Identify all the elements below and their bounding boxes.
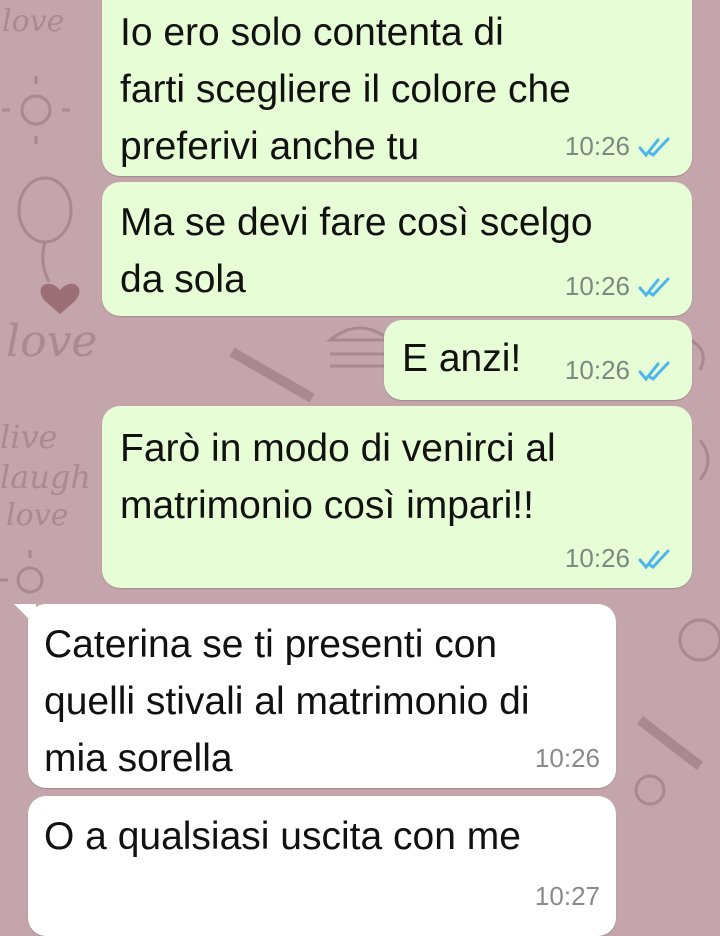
- incoming-message[interactable]: Caterina se ti presenti con quelli stiva…: [14, 604, 616, 788]
- balloon-doodle-icon: [17, 176, 73, 244]
- message-text-line: O a qualsiasi uscita con me: [44, 815, 521, 858]
- heart-doodle-icon: [40, 283, 80, 314]
- outgoing-message[interactable]: Farò in modo di venirci al matrimonio co…: [102, 406, 692, 588]
- outgoing-message[interactable]: E anzi! 10:26: [384, 320, 692, 400]
- wallpaper-doodle-love-1: love: [2, 4, 65, 39]
- message-text-line: Caterina se ti presenti con: [44, 623, 498, 666]
- message-text-line: farti scegliere il colore che: [120, 68, 571, 111]
- message-text-line: E anzi!: [402, 337, 522, 380]
- double-check-icon: [638, 549, 670, 569]
- message-timestamp: 10:26: [534, 743, 600, 773]
- double-check-icon: [638, 137, 670, 157]
- pencil-doodle-icon-2: [636, 716, 704, 770]
- paw-doodle-icon: [634, 774, 666, 806]
- wallpaper-doodle-laugh: laugh: [0, 458, 92, 496]
- flower-doodle-icon: [678, 618, 720, 662]
- wallpaper-doodle-live: live: [0, 418, 58, 456]
- message-timestamp: 10:26: [564, 131, 630, 161]
- message-text-line: quelli stivali al matrimonio di: [44, 680, 530, 723]
- outgoing-message[interactable]: Ma se devi fare così scelgo da sola 10:2…: [102, 182, 692, 316]
- message-timestamp: 10:27: [534, 881, 600, 911]
- message-text-line: preferivi anche tu: [120, 125, 420, 168]
- message-timestamp: 10:26: [564, 543, 630, 573]
- double-check-icon: [638, 277, 670, 297]
- message-text-line: mia sorella: [44, 737, 233, 780]
- message-timestamp: 10:26: [564, 271, 630, 301]
- burger-doodle-icon: [325, 326, 395, 342]
- bubble-tail: [14, 604, 36, 626]
- message-text-line: Ma se devi fare così scelgo: [120, 201, 593, 244]
- message-text-line: da sola: [120, 258, 246, 301]
- wallpaper-doodle-love-3: love: [6, 498, 69, 533]
- outgoing-message[interactable]: Io ero solo contenta di farti scegliere …: [102, 0, 692, 176]
- message-text-line: Farò in modo di venirci al: [120, 427, 556, 470]
- pencil-doodle-icon: [229, 347, 315, 403]
- incoming-message[interactable]: O a qualsiasi uscita con me 10:27: [28, 796, 616, 936]
- sun-doodle-icon-2: [16, 566, 44, 594]
- message-text-line: Io ero solo contenta di: [120, 11, 504, 54]
- message-text-line: matrimonio così impari!!: [120, 484, 534, 527]
- sun-doodle-icon: [20, 94, 52, 126]
- message-timestamp: 10:26: [564, 355, 630, 385]
- wallpaper-doodle-love-2: love: [6, 316, 98, 367]
- double-check-icon: [638, 361, 670, 381]
